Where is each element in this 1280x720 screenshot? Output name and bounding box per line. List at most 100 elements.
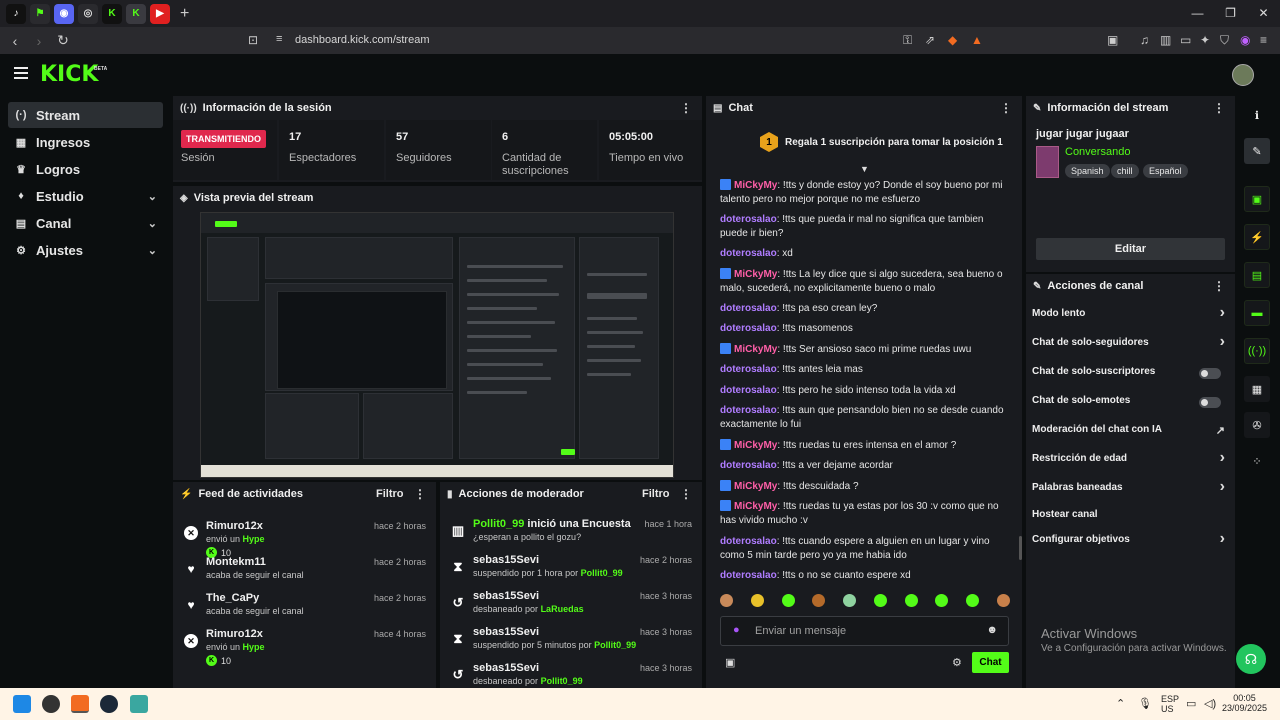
more-options-icon[interactable]: ⋮: [1213, 279, 1225, 293]
site-settings-icon[interactable]: ≡: [276, 33, 282, 45]
support-chat-button[interactable]: ☊: [1236, 644, 1266, 674]
music-icon[interactable]: ♫: [1140, 33, 1149, 47]
emote-icon[interactable]: [996, 594, 1010, 607]
minimize-button[interactable]: —: [1181, 0, 1214, 27]
wallet-icon[interactable]: ▭: [1180, 33, 1191, 47]
language-indicator[interactable]: ESP US: [1161, 694, 1179, 720]
feed-username[interactable]: Rimuro12x: [206, 628, 263, 640]
channel-action-chat-de-solo-emotes[interactable]: Chat de solo-emotes: [1032, 395, 1225, 413]
lightning-icon[interactable]: ⚡: [1244, 224, 1270, 250]
feed-item[interactable]: ✕ Rimuro12x hace 2 horas envió un Hype K 10: [173, 520, 436, 558]
browser-menu-icon[interactable]: ≡: [1260, 33, 1267, 47]
pinned-gift-banner[interactable]: 1 Regala 1 suscripción para tomar la pos…: [706, 122, 1022, 162]
mod-moderator-name[interactable]: Pollit0_99: [581, 568, 623, 578]
vpn-icon[interactable]: ⛉: [1220, 33, 1229, 48]
avatar[interactable]: [1232, 64, 1254, 86]
wrench-icon[interactable]: ✇: [1244, 412, 1270, 438]
close-window-button[interactable]: ✕: [1247, 0, 1280, 27]
emoji-icon[interactable]: ☻: [986, 624, 998, 636]
info-icon[interactable]: ℹ: [1244, 102, 1270, 128]
sidebar-toggle-icon[interactable]: ▥: [1160, 33, 1171, 47]
settings-icon[interactable]: ⚙: [952, 656, 962, 669]
chat-username[interactable]: doterosalao: [720, 536, 777, 547]
mod-username[interactable]: sebas15Sevi: [473, 554, 539, 566]
chat-username[interactable]: doterosalao: [720, 364, 777, 375]
screenshot-icon[interactable]: ▣: [1107, 33, 1118, 47]
app-icon[interactable]: [42, 695, 60, 713]
microphone-tray-icon[interactable]: 🎙: [1138, 697, 1152, 720]
emote-icon[interactable]: [812, 594, 826, 607]
emote-icon[interactable]: [781, 594, 795, 607]
emote-icon[interactable]: [935, 594, 949, 607]
chat-username[interactable]: doterosalao: [720, 214, 777, 225]
mod-username[interactable]: Pollit0_99: [473, 518, 524, 530]
gift-icon[interactable]: ▣: [725, 656, 735, 669]
channel-action-chat-de-solo-suscriptores[interactable]: Chat de solo-suscriptores: [1032, 366, 1225, 384]
emote-icon[interactable]: [720, 594, 733, 607]
mod-username[interactable]: sebas15Sevi: [473, 590, 539, 602]
mod-username[interactable]: sebas15Sevi: [473, 662, 539, 674]
chat-username[interactable]: doterosalao: [720, 405, 777, 416]
channel-action-modo-lento[interactable]: Modo lento ›: [1032, 304, 1225, 326]
tray-expand-icon[interactable]: ⌃: [1116, 697, 1125, 720]
apps-icon[interactable]: ⁘: [1244, 448, 1270, 474]
url-field[interactable]: dashboard.kick.com/stream: [295, 34, 430, 46]
chat-username[interactable]: doterosalao: [720, 303, 777, 314]
chat-username[interactable]: MiCkyMy: [734, 344, 777, 355]
tab-kick-2[interactable]: K: [126, 3, 146, 24]
more-options-icon[interactable]: ⋮: [680, 487, 692, 501]
sidebar-item-stream[interactable]: (·) Stream: [8, 102, 163, 128]
emote-icon[interactable]: [904, 594, 918, 607]
toggle-switch[interactable]: [1199, 368, 1221, 379]
chat-username[interactable]: doterosalao: [720, 323, 777, 334]
sidebar-item-estudio[interactable]: ♦ Estudio ⌄: [8, 183, 163, 209]
chat-bubble-icon[interactable]: ▬: [1244, 300, 1270, 326]
stream-category[interactable]: Conversando: [1065, 146, 1130, 158]
more-options-icon[interactable]: ⋮: [680, 101, 692, 115]
chat-username[interactable]: MiCkyMy: [734, 269, 777, 280]
chat-username[interactable]: doterosalao: [720, 570, 777, 581]
windows-start-icon[interactable]: [13, 695, 31, 713]
more-options-icon[interactable]: ⋮: [1000, 101, 1012, 115]
emote-icon[interactable]: [966, 594, 980, 607]
feed-item[interactable]: ♥ Montekm11 hace 2 horas acaba de seguir el…: [173, 556, 436, 592]
mod-username[interactable]: sebas15Sevi: [473, 626, 539, 638]
key-icon[interactable]: ⚿: [903, 33, 912, 48]
mod-moderator-name[interactable]: LaRuedas: [541, 604, 584, 614]
mod-moderator-name[interactable]: Pollit0_99: [541, 676, 583, 686]
kick-logo[interactable]: KICK: [40, 62, 98, 87]
tab-robinhood[interactable]: ⚑: [30, 3, 50, 24]
mod-action-row[interactable]: ▥ Pollit0_99 inició una Encuesta hace 1 ho…: [440, 518, 702, 554]
feed-item[interactable]: ✕ Rimuro12x hace 4 horas envió un Hype K 10: [173, 628, 436, 666]
mod-action-row[interactable]: ⧗ sebas15Sevi hace 3 horas suspendido por 5…: [440, 626, 702, 662]
expand-arrow-icon[interactable]: ▼: [860, 164, 869, 174]
sidebar-item-ajustes[interactable]: ⚙ Ajustes ⌄: [8, 237, 163, 263]
chat-username[interactable]: doterosalao: [720, 248, 777, 259]
mod-filter-button[interactable]: Filtro: [642, 488, 670, 500]
document-icon[interactable]: ▤: [1244, 262, 1270, 288]
send-chat-button[interactable]: Chat: [972, 652, 1009, 673]
feed-username[interactable]: Montekm11: [206, 556, 266, 568]
chat-username[interactable]: doterosalao: [720, 385, 777, 396]
tab-youtube[interactable]: ▶: [150, 3, 170, 24]
toggle-switch[interactable]: [1199, 397, 1221, 408]
new-tab-button[interactable]: +: [180, 5, 189, 23]
microphone-icon[interactable]: ●: [733, 624, 740, 636]
extension-icon[interactable]: ◉: [1240, 33, 1250, 47]
clock[interactable]: 00:05 23/09/2025: [1222, 693, 1267, 720]
tab-kick-1[interactable]: K: [102, 3, 122, 24]
feed-filter-button[interactable]: Filtro: [376, 488, 404, 500]
broadcast-icon[interactable]: ((·)): [1244, 338, 1270, 364]
maximize-button[interactable]: ❐: [1214, 0, 1247, 27]
tab-tiktok[interactable]: ♪: [6, 3, 26, 24]
stream-preview-video[interactable]: [200, 212, 674, 478]
chat-username[interactable]: MiCkyMy: [734, 440, 777, 451]
sidebar-item-ingresos[interactable]: ▦ Ingresos: [8, 129, 163, 155]
share-icon[interactable]: ⇗: [925, 33, 935, 47]
feed-username[interactable]: The_CaPy: [206, 592, 259, 604]
sidebar-item-canal[interactable]: ▤ Canal ⌄: [8, 210, 163, 236]
mod-action-row[interactable]: ↺ sebas15Sevi hace 3 horas desbaneado por L…: [440, 590, 702, 626]
chat-input[interactable]: ● Enviar un mensaje ☻: [720, 616, 1009, 646]
hamburger-menu-icon[interactable]: [14, 67, 28, 82]
more-options-icon[interactable]: ⋮: [1213, 101, 1225, 115]
